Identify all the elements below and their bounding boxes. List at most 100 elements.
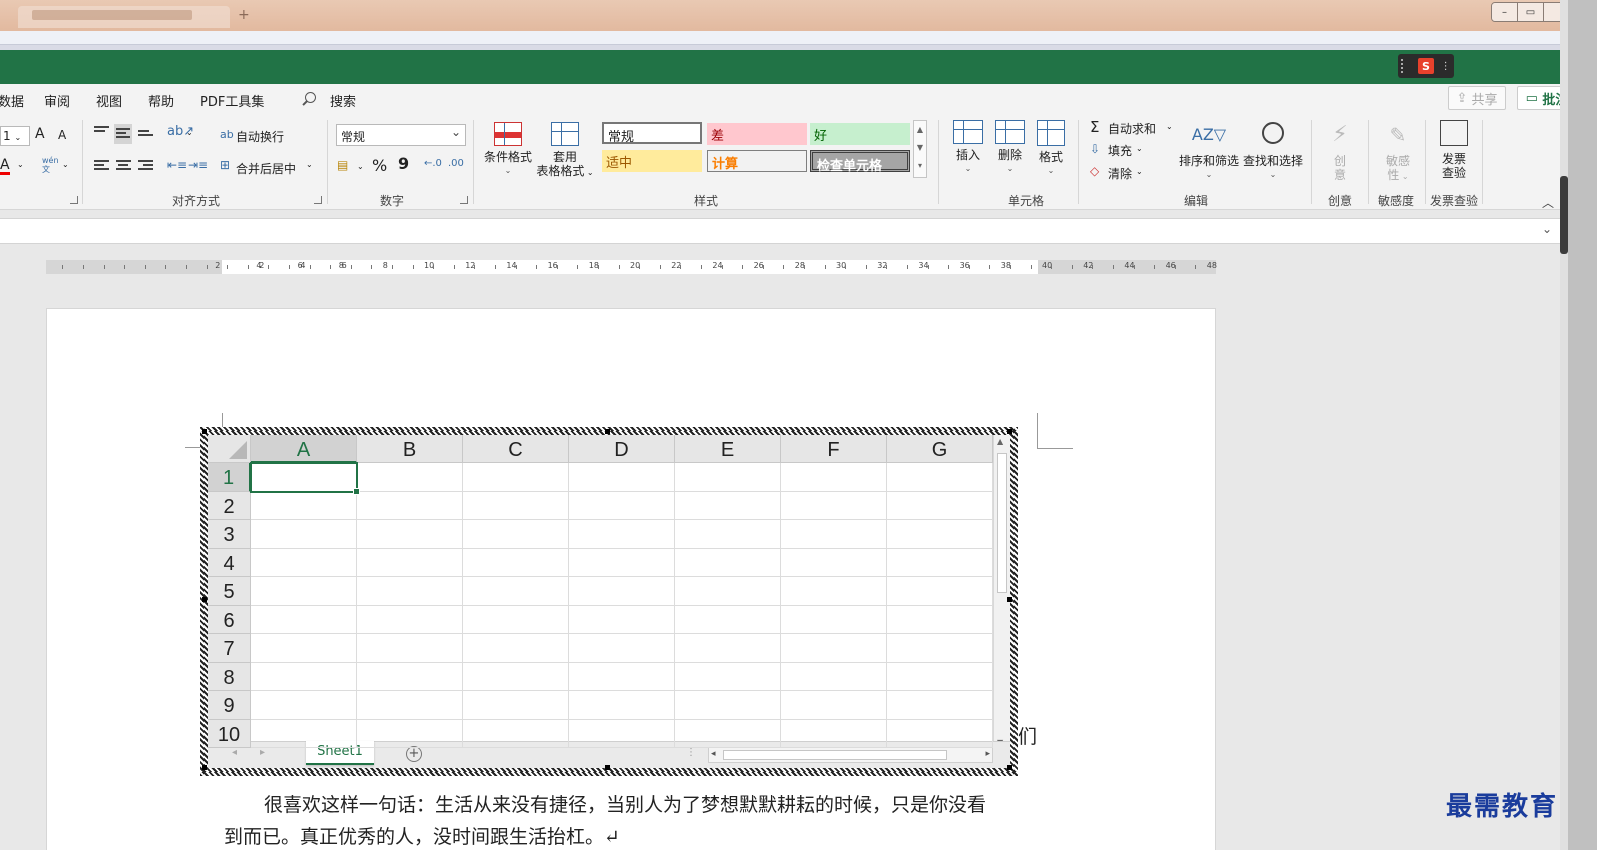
cell-A8[interactable] [251, 662, 357, 691]
find-select-button[interactable]: 查找和选择 ⌄ [1242, 120, 1304, 182]
embedded-sheet-frame[interactable]: ▲ ▼ ◂ ▸ Sheet1 + ⋮ ◂ ▸ ABCDEFG1234567891… [200, 427, 1018, 776]
cell-F6[interactable] [781, 605, 887, 634]
sensitivity-button[interactable]: ✎ 敏感性 ⌄ [1376, 120, 1420, 184]
embedded-sheet[interactable]: ▲ ▼ ◂ ▸ Sheet1 + ⋮ ◂ ▸ ABCDEFG1234567891… [208, 435, 1010, 768]
cell-D5[interactable] [569, 577, 675, 606]
cell-B6[interactable] [357, 605, 463, 634]
cell-D3[interactable] [569, 520, 675, 549]
font-color-dropdown-icon[interactable]: ⌄ [17, 160, 24, 169]
cell-E1[interactable] [675, 463, 781, 492]
window-scrollbar[interactable] [1560, 0, 1568, 850]
invoice-check-button[interactable]: 发票 查验 [1432, 120, 1476, 180]
font-launcher-icon[interactable] [70, 196, 78, 204]
menu-data[interactable]: 数据 [0, 91, 24, 110]
cell-C5[interactable] [463, 577, 569, 606]
resize-handle[interactable] [604, 765, 610, 770]
cell-E10[interactable] [675, 719, 781, 748]
cell-B4[interactable] [357, 548, 463, 577]
alignment-launcher-icon[interactable] [314, 196, 322, 204]
row-header-5[interactable]: 5 [208, 577, 251, 606]
number-launcher-icon[interactable] [460, 196, 468, 204]
number-format-select[interactable]: 常规 [336, 124, 466, 146]
cell-F2[interactable] [781, 491, 887, 520]
cell-F5[interactable] [781, 577, 887, 606]
percent-button[interactable]: % [372, 156, 387, 175]
menu-review[interactable]: 审阅 [44, 91, 70, 110]
cell-A10[interactable] [251, 719, 357, 748]
cell-B3[interactable] [357, 520, 463, 549]
increase-decimal-icon[interactable]: ←.0 [424, 158, 442, 169]
cell-F7[interactable] [781, 634, 887, 663]
cell-G9[interactable] [887, 691, 993, 720]
cell-A4[interactable] [251, 548, 357, 577]
style-calculation[interactable]: 计算 [707, 150, 807, 172]
cell-B5[interactable] [357, 577, 463, 606]
decrease-indent-icon[interactable]: ⇤≡ [167, 158, 187, 172]
cell-E4[interactable] [675, 548, 781, 577]
cell-F9[interactable] [781, 691, 887, 720]
clear-dropdown-icon[interactable]: ⌄ [1136, 167, 1143, 176]
wrap-text-button[interactable]: 自动换行 [236, 128, 284, 145]
creative-button[interactable]: ⚡ 创意 [1320, 120, 1360, 182]
column-header-f[interactable]: F [781, 435, 887, 463]
cell-C9[interactable] [463, 691, 569, 720]
chevron-up-icon[interactable]: ▲ [914, 121, 926, 139]
column-header-b[interactable]: B [357, 435, 463, 463]
cell-B7[interactable] [357, 634, 463, 663]
row-header-2[interactable]: 2 [208, 491, 251, 520]
resize-handle[interactable] [202, 597, 207, 602]
row-header-6[interactable]: 6 [208, 605, 251, 634]
cell-C10[interactable] [463, 719, 569, 748]
cell-G4[interactable] [887, 548, 993, 577]
merge-center-button[interactable]: 合并后居中 [236, 160, 296, 177]
resize-handle[interactable] [1007, 597, 1012, 602]
column-header-g[interactable]: G [887, 435, 993, 463]
align-top-icon[interactable] [94, 126, 109, 138]
cell-B8[interactable] [357, 662, 463, 691]
share-button[interactable]: ⇪ 共享 [1448, 86, 1506, 110]
cell-B1[interactable] [357, 463, 463, 492]
cell-E9[interactable] [675, 691, 781, 720]
chevron-down-icon[interactable]: ▼ [914, 139, 926, 157]
new-tab-button[interactable]: + [238, 7, 250, 23]
phonetic-button[interactable]: wén 文 [42, 156, 59, 174]
vertical-scrollbar[interactable]: ▲ ▼ [993, 435, 1010, 749]
browser-tab[interactable] [18, 6, 230, 28]
cell-C8[interactable] [463, 662, 569, 691]
cell-B9[interactable] [357, 691, 463, 720]
fill-button[interactable]: 填充 [1108, 142, 1132, 159]
column-header-c[interactable]: C [463, 435, 569, 463]
cell-B10[interactable] [357, 719, 463, 748]
cell-D10[interactable] [569, 719, 675, 748]
row-header-4[interactable]: 4 [208, 548, 251, 577]
scroll-up-icon[interactable]: ▲ [997, 437, 1003, 446]
tab-split-handle-icon[interactable]: ⋮ [686, 747, 696, 758]
cell-E3[interactable] [675, 520, 781, 549]
cell-G6[interactable] [887, 605, 993, 634]
cell-C7[interactable] [463, 634, 569, 663]
decrease-decimal-icon[interactable]: .00 [448, 158, 464, 169]
resize-handle[interactable] [202, 765, 207, 770]
cell-C3[interactable] [463, 520, 569, 549]
style-normal[interactable]: 常规 [602, 122, 702, 145]
scroll-left-icon[interactable]: ◂ [711, 749, 716, 759]
align-center-icon[interactable] [116, 160, 131, 172]
column-header-d[interactable]: D [569, 435, 675, 463]
menu-search[interactable]: 搜索 [330, 91, 356, 110]
prev-sheet-icon[interactable]: ◂ [232, 747, 237, 758]
scroll-right-icon[interactable]: ▸ [985, 749, 990, 759]
column-header-a[interactable]: A [251, 435, 357, 463]
cell-D2[interactable] [569, 491, 675, 520]
cell-G5[interactable] [887, 577, 993, 606]
cell-D8[interactable] [569, 662, 675, 691]
cell-A6[interactable] [251, 605, 357, 634]
cell-G7[interactable] [887, 634, 993, 663]
cell-C2[interactable] [463, 491, 569, 520]
add-sheet-button[interactable]: + [406, 746, 422, 762]
orientation-dropdown-icon[interactable]: ⌄ [186, 128, 193, 137]
row-header-1[interactable]: 1 [208, 463, 251, 492]
resize-handle[interactable] [604, 429, 610, 434]
window-scroll-thumb[interactable] [1560, 176, 1568, 254]
style-bad[interactable]: 差 [707, 123, 807, 145]
menu-view[interactable]: 视图 [96, 91, 122, 110]
